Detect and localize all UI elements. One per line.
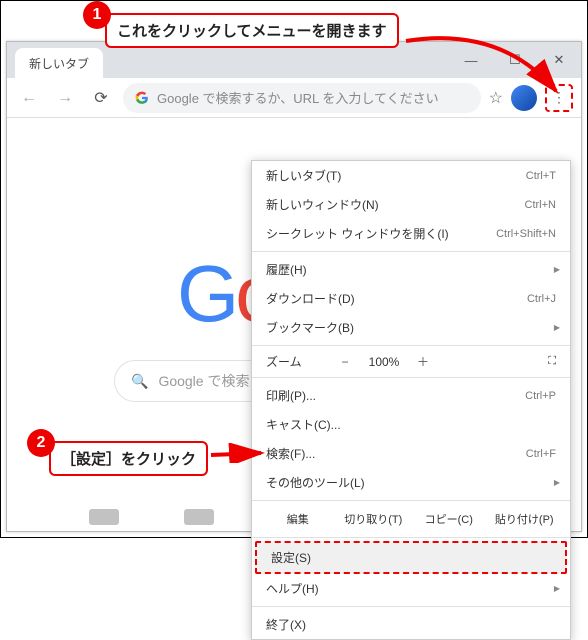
zoom-in-button[interactable]: ＋: [410, 353, 436, 370]
paste-button[interactable]: 貼り付け(P): [487, 508, 563, 530]
cut-button[interactable]: 切り取り(T): [336, 508, 412, 530]
shortcut-tile[interactable]: [184, 509, 214, 525]
label: ブックマーク(B): [266, 319, 354, 336]
label: その他のツール(L): [266, 474, 365, 491]
menu-edit-row: 編集 切り取り(T) コピー(C) 貼り付け(P): [252, 504, 570, 534]
menu-button[interactable]: ⋮: [545, 84, 573, 112]
label: ダウンロード(D): [266, 290, 355, 307]
menu-new-window[interactable]: 新しいウィンドウ(N) Ctrl+N: [252, 190, 570, 219]
label: 検索(F)...: [266, 445, 315, 462]
browser-tab[interactable]: 新しいタブ: [15, 48, 103, 78]
callout-text: これをクリックしてメニューを開きます: [117, 23, 387, 40]
callout-2: 2 ［設定］をクリック: [49, 441, 208, 476]
callout-number: 1: [83, 1, 111, 29]
menu-zoom: ズーム − 100% ＋ ⛶: [252, 349, 570, 374]
back-button[interactable]: ←: [15, 84, 43, 112]
label: キャスト(C)...: [266, 416, 341, 433]
callout-number: 2: [27, 429, 55, 457]
label: ズーム: [266, 353, 326, 370]
label: 履歴(H): [266, 261, 307, 278]
menu-cast[interactable]: キャスト(C)...: [252, 410, 570, 439]
shortcut-tile[interactable]: [89, 509, 119, 525]
shortcut: Ctrl+F: [526, 448, 556, 460]
menu-find[interactable]: 検索(F)... Ctrl+F: [252, 439, 570, 468]
callout-text: ［設定］をクリック: [61, 451, 196, 468]
label: 終了(X): [266, 616, 306, 633]
window-controls: — ☐ ✕: [449, 42, 581, 78]
minimize-button[interactable]: —: [449, 42, 493, 78]
menu-bookmarks[interactable]: ブックマーク(B): [252, 313, 570, 342]
label: 設定(S): [271, 549, 311, 566]
shortcut: Ctrl+J: [527, 293, 556, 305]
separator: [252, 606, 570, 607]
search-icon: 🔍: [131, 373, 148, 390]
label: シークレット ウィンドウを開く(I): [266, 225, 449, 242]
separator: [252, 500, 570, 501]
menu-new-tab[interactable]: 新しいタブ(T) Ctrl+T: [252, 161, 570, 190]
menu-downloads[interactable]: ダウンロード(D) Ctrl+J: [252, 284, 570, 313]
label: 印刷(P)...: [266, 387, 316, 404]
chrome-menu: 新しいタブ(T) Ctrl+T 新しいウィンドウ(N) Ctrl+N シークレット …: [251, 160, 571, 640]
label: 新しいタブ(T): [266, 167, 341, 184]
menu-history[interactable]: 履歴(H): [252, 255, 570, 284]
edit-label: 編集: [260, 508, 336, 530]
forward-button[interactable]: →: [51, 84, 79, 112]
shortcut: Ctrl+Shift+N: [496, 228, 556, 240]
profile-avatar[interactable]: [511, 85, 537, 111]
reload-button[interactable]: ⟳: [87, 84, 115, 112]
separator: [252, 345, 570, 346]
tab-title: 新しいタブ: [29, 55, 89, 72]
bookmark-star-icon[interactable]: ☆: [489, 88, 503, 108]
separator: [252, 377, 570, 378]
menu-exit[interactable]: 終了(X): [252, 610, 570, 639]
toolbar: ← → ⟳ Google で検索するか、URL を入力してください ☆ ⋮: [7, 78, 581, 118]
menu-settings[interactable]: 設定(S): [255, 541, 567, 574]
shortcut: Ctrl+T: [526, 170, 556, 182]
menu-more-tools[interactable]: その他のツール(L): [252, 468, 570, 497]
label: ヘルプ(H): [266, 580, 319, 597]
zoom-out-button[interactable]: −: [332, 355, 358, 369]
omnibox[interactable]: Google で検索するか、URL を入力してください: [123, 83, 481, 113]
maximize-button[interactable]: ☐: [493, 42, 537, 78]
menu-print[interactable]: 印刷(P)... Ctrl+P: [252, 381, 570, 410]
fullscreen-button[interactable]: ⛶: [548, 355, 556, 368]
separator: [252, 251, 570, 252]
shortcut: Ctrl+N: [525, 199, 556, 211]
close-button[interactable]: ✕: [537, 42, 581, 78]
callout-1: 1 これをクリックしてメニューを開きます: [105, 13, 399, 48]
menu-help[interactable]: ヘルプ(H): [252, 574, 570, 603]
zoom-value: 100%: [364, 355, 404, 369]
copy-button[interactable]: コピー(C): [411, 508, 487, 530]
label: 新しいウィンドウ(N): [266, 196, 379, 213]
google-icon: [135, 91, 149, 105]
menu-incognito[interactable]: シークレット ウィンドウを開く(I) Ctrl+Shift+N: [252, 219, 570, 248]
shortcut: Ctrl+P: [525, 390, 556, 402]
omnibox-placeholder: Google で検索するか、URL を入力してください: [157, 88, 439, 107]
